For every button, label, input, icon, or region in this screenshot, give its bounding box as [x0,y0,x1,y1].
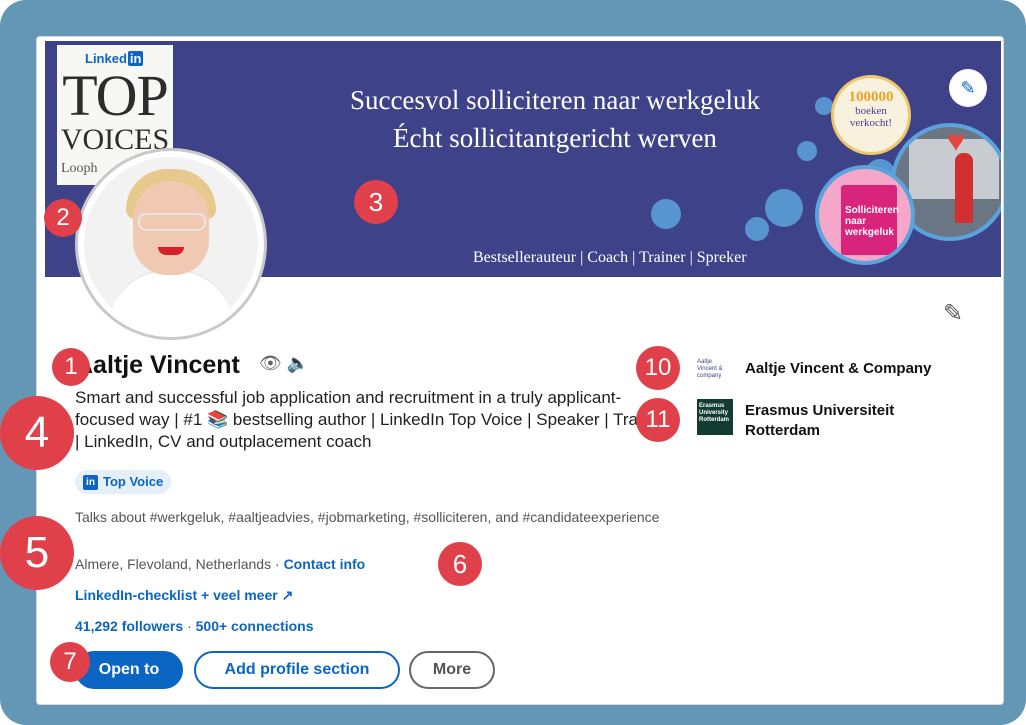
eye-speaker-icons[interactable]: 👁 🔈 [259,353,309,374]
book-cover-photo: Solliciteren naar werkgeluk [815,165,915,265]
university-name: Erasmus Universiteit Rotterdam [745,402,895,439]
profile-name: Aaltje Vincent [75,351,240,379]
connections-link[interactable]: 500+ connections [196,618,314,634]
location-line: Almere, Flevoland, Netherlands · Contact… [75,556,365,572]
profile-card: Linked in TOP VOICES Looph Succesvol soll… [36,36,1004,705]
contact-info-link[interactable]: Contact info [284,556,366,572]
profile-avatar[interactable] [75,148,267,340]
more-button[interactable]: More [409,651,495,689]
pencil-icon: ✎ [943,300,964,327]
pencil-icon: ✎ [960,78,976,98]
top-voice-badge[interactable]: in Top Voice [75,470,172,494]
banner-subtitle: Bestsellerauteur | Coach | Trainer | Spr… [473,249,747,266]
annotation-marker-6: 6 [438,542,482,586]
banner-title-line1: Succesvol solliciteren naar werkgeluk [349,85,761,115]
talks-about: Talks about #werkgeluk, #aaltjeadvies, #… [75,509,660,525]
location-text: Almere, Flevoland, Netherlands [75,556,272,572]
annotation-marker-1: 1 [52,348,90,386]
banner-bubble [651,199,681,229]
top-voice-label: Top Voice [103,474,164,489]
open-to-button[interactable]: Open to [75,651,183,689]
books-sold-badge: 100000 boeken verkocht! [831,75,911,155]
heart-icon: ♥ [947,125,965,158]
book-cover-title: Solliciteren naar werkgeluk [845,205,899,238]
banner-bubble [745,217,769,241]
banner-title-line2: Écht sollicitantgericht werven [393,123,717,153]
annotation-marker-4: 4 [0,396,74,470]
followers-link[interactable]: 41,292 followers [75,618,183,634]
books-sold-number: 100000 [848,89,894,105]
avatar-lips [158,247,184,255]
top-voices-top-text: TOP [62,63,169,128]
company-logo: Aaltje Vincent & company [697,349,733,385]
external-link-icon: ↗ [281,587,294,603]
company-name: Aaltje Vincent & Company [745,360,932,377]
external-website-link[interactable]: LinkedIn-checklist + veel meer ↗ [75,587,293,604]
annotation-marker-10: 10 [636,346,680,390]
profile-headline: Smart and successful job application and… [75,388,667,451]
annotation-marker-2: 2 [44,199,82,237]
annotation-marker-3: 3 [354,180,398,224]
linkedin-icon: in [83,475,98,490]
network-stats: 41,292 followers · 500+ connections [75,618,314,634]
avatar-glasses [138,213,206,231]
edit-intro-button[interactable]: ✎ [943,299,963,328]
speaker-figure [955,153,973,223]
external-link-label: LinkedIn-checklist + veel meer [75,587,278,603]
top-voices-loop-text: Looph [61,161,98,176]
annotation-marker-7: 7 [50,642,90,682]
location-separator: · [271,556,284,572]
annotation-marker-11: 11 [636,398,680,442]
add-profile-section-button[interactable]: Add profile section [194,651,400,689]
university-logo: Erasmus University Rotterdam [697,399,733,435]
banner-title: Succesvol solliciteren naar werkgeluk Éc… [295,81,815,157]
books-sold-text: boeken verkocht! [849,105,893,129]
banner-bubble [765,189,803,227]
edit-banner-button[interactable]: ✎ [949,69,987,107]
stats-separator: · [183,618,196,634]
annotation-marker-5: 5 [0,516,74,590]
